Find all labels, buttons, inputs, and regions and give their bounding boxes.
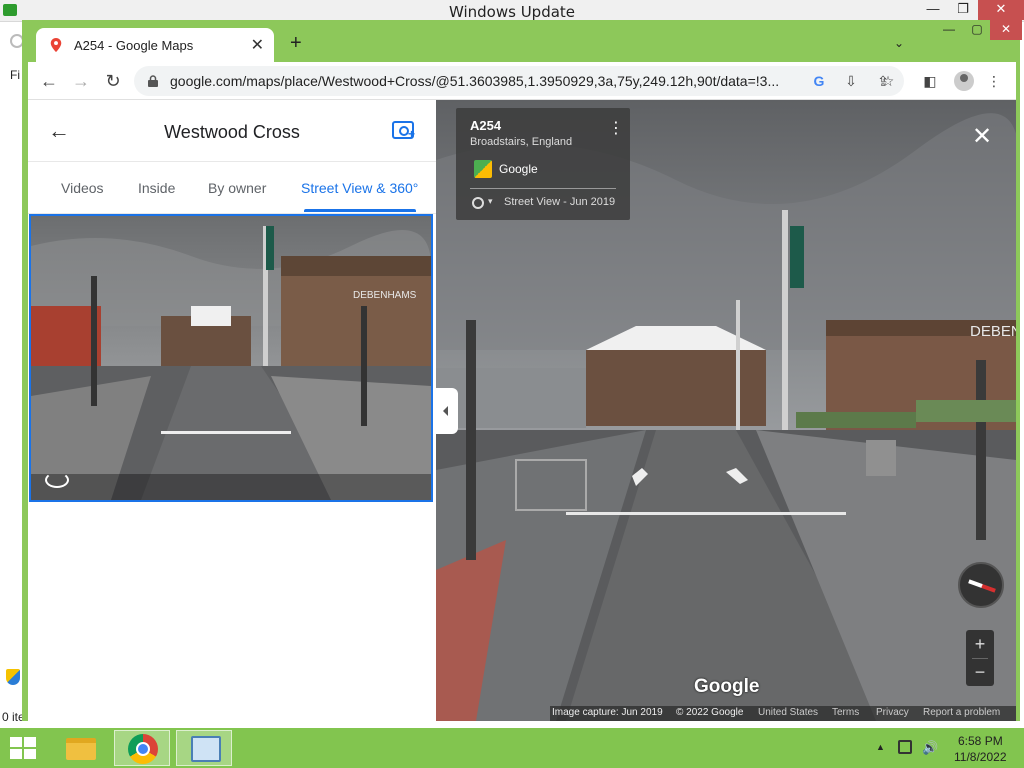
control-panel-icon bbox=[191, 736, 221, 762]
taskbar-file-explorer[interactable] bbox=[52, 730, 108, 766]
volume-icon[interactable]: 🔊 bbox=[922, 740, 938, 756]
tab-google-maps[interactable]: A254 - Google Maps ✕ bbox=[36, 28, 274, 62]
chrome-menu-icon[interactable]: ⋮ bbox=[984, 71, 1004, 91]
tab-strip: A254 - Google Maps ✕ + ⌄ — ▢ ✕ bbox=[28, 20, 1022, 62]
windows-update-controls: — ❐ ✕ bbox=[918, 0, 1024, 20]
more-options-icon[interactable]: ⋮ bbox=[608, 118, 624, 138]
clock-date[interactable]: 11/8/2022 bbox=[954, 750, 1007, 764]
windows-update-minimize-button[interactable]: — bbox=[918, 0, 948, 20]
report-problem-link[interactable]: Report a problem bbox=[923, 707, 1000, 718]
taskbar: ▲ 🔊 6:58 PM 11/8/2022 bbox=[0, 728, 1024, 768]
location-info-card: A254 Broadstairs, England ⋮ Google ▾ Str… bbox=[456, 108, 630, 220]
collapse-panel-button[interactable] bbox=[436, 388, 458, 434]
photo-category-tabs: Videos Inside By owner Street View & 360… bbox=[28, 162, 436, 214]
time-travel-caret-icon[interactable]: ▾ bbox=[488, 196, 493, 207]
google-lens-icon[interactable]: G bbox=[810, 72, 828, 90]
tab-by-owner[interactable]: By owner bbox=[208, 180, 266, 196]
tab-title: A254 - Google Maps bbox=[74, 38, 194, 53]
compass-icon[interactable] bbox=[958, 562, 1004, 608]
windows-update-restore-button[interactable]: ❐ bbox=[948, 0, 978, 20]
file-explorer-icon bbox=[66, 738, 96, 760]
chrome-minimize-button[interactable]: — bbox=[934, 20, 964, 40]
windows-update-titlebar: Windows Update — ❐ ✕ bbox=[0, 0, 1024, 22]
windows-update-close-button[interactable]: ✕ bbox=[978, 0, 1024, 20]
shield-icon bbox=[6, 669, 20, 685]
chrome-window: A254 - Google Maps ✕ + ⌄ — ▢ ✕ ← → ↻ goo… bbox=[22, 20, 1022, 721]
taskbar-chrome[interactable] bbox=[114, 730, 170, 766]
lock-icon[interactable] bbox=[148, 75, 158, 87]
bookmark-star-icon[interactable]: ☆ bbox=[878, 71, 898, 91]
forward-button[interactable]: → bbox=[70, 70, 92, 92]
zoom-control: + − bbox=[966, 630, 994, 686]
google-contributor-icon bbox=[474, 160, 492, 178]
file-menu-fragment[interactable]: Fi bbox=[10, 68, 20, 82]
google-watermark: Google bbox=[694, 676, 760, 697]
terms-link[interactable]: Terms bbox=[832, 707, 859, 718]
chrome-maximize-button[interactable]: ▢ bbox=[964, 20, 990, 40]
side-panel-icon[interactable]: ◧ bbox=[920, 71, 940, 91]
road-name: A254 bbox=[470, 118, 502, 133]
browser-toolbar: ← → ↻ google.com/maps/place/Westwood+Cro… bbox=[28, 62, 1016, 100]
map-footer: Image capture: Jun 2019 © 2022 Google Un… bbox=[550, 706, 1016, 721]
tab-inside[interactable]: Inside bbox=[138, 180, 175, 196]
back-button[interactable]: ← bbox=[38, 70, 60, 92]
photos-panel-header: ← Westwood Cross bbox=[28, 100, 436, 162]
tab-videos[interactable]: Videos bbox=[61, 180, 104, 196]
copyright-text: © 2022 Google bbox=[676, 707, 744, 718]
time-travel-clock-icon[interactable] bbox=[472, 197, 484, 209]
reload-button[interactable]: ↻ bbox=[102, 70, 124, 92]
contributor-name[interactable]: Google bbox=[499, 162, 538, 176]
tab-close-icon[interactable]: ✕ bbox=[251, 35, 264, 55]
debenhams-sign-large: DEBEN bbox=[970, 323, 1016, 340]
profile-avatar[interactable] bbox=[954, 71, 974, 91]
add-photo-icon[interactable] bbox=[392, 121, 415, 141]
image-capture-date: Image capture: Jun 2019 bbox=[552, 707, 663, 718]
google-maps-pin-icon bbox=[50, 38, 62, 52]
install-app-icon[interactable]: ⇩ bbox=[842, 72, 860, 90]
info-divider bbox=[470, 188, 616, 189]
windows-update-title: Windows Update bbox=[448, 3, 576, 21]
street-view-date: Street View - Jun 2019 bbox=[504, 196, 616, 208]
zoom-out-button[interactable]: − bbox=[966, 658, 994, 686]
zoom-in-button[interactable]: + bbox=[966, 630, 994, 658]
compass-needle bbox=[968, 579, 996, 593]
debenhams-sign: DEBENHAMS bbox=[353, 290, 417, 301]
chrome-close-button[interactable]: ✕ bbox=[990, 20, 1022, 40]
network-icon[interactable] bbox=[898, 740, 912, 754]
photos-panel: ← Westwood Cross Videos Inside By owner … bbox=[28, 100, 436, 721]
address-bar[interactable]: google.com/maps/place/Westwood+Cross/@51… bbox=[134, 66, 904, 96]
place-title: Westwood Cross bbox=[164, 122, 300, 142]
tab-search-icon[interactable]: ⌄ bbox=[894, 36, 904, 50]
url-text[interactable]: google.com/maps/place/Westwood+Cross/@51… bbox=[170, 73, 780, 89]
close-street-view-button[interactable]: ✕ bbox=[972, 122, 992, 151]
rotate-360-icon bbox=[45, 472, 69, 488]
show-hidden-icons-button[interactable]: ▲ bbox=[876, 742, 885, 752]
location-subtitle: Broadstairs, England bbox=[470, 136, 573, 148]
active-tab-indicator bbox=[304, 209, 416, 212]
taskbar-control-panel[interactable] bbox=[176, 730, 232, 766]
country-link[interactable]: United States bbox=[758, 707, 818, 718]
street-view-thumbnail-image: DEBENHAMS bbox=[31, 216, 431, 500]
street-view-panorama[interactable]: DEBEN A254 Broadstairs, England ⋮ bbox=[436, 100, 1016, 721]
street-view-thumbnail[interactable]: DEBENHAMS bbox=[29, 214, 433, 502]
clock-time[interactable]: 6:58 PM bbox=[958, 734, 1003, 748]
windows-start-button[interactable] bbox=[10, 737, 36, 759]
privacy-link[interactable]: Privacy bbox=[876, 707, 909, 718]
new-tab-button[interactable]: + bbox=[290, 33, 302, 53]
tab-street-view[interactable]: Street View & 360° bbox=[301, 180, 418, 196]
chrome-icon bbox=[128, 734, 158, 764]
